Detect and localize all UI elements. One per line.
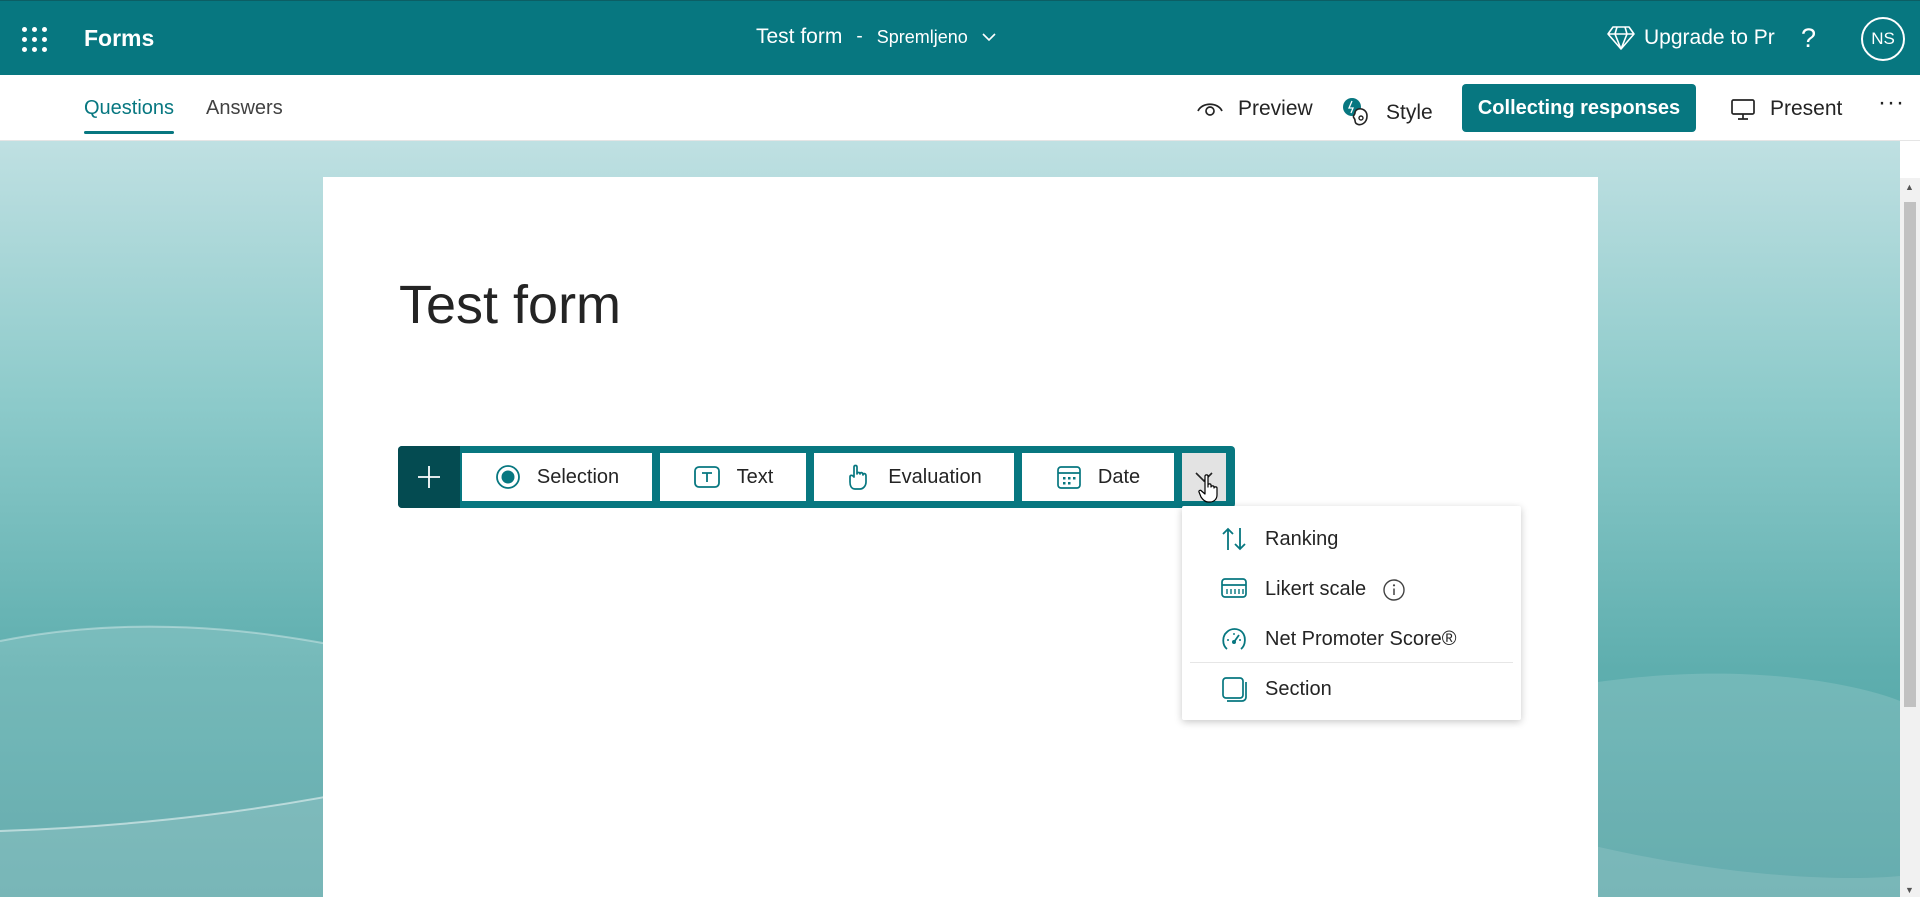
menu-item-net-promoter-score[interactable]: Net Promoter Score® [1182,614,1521,664]
collecting-responses-button[interactable]: Collecting responses [1462,84,1696,132]
menu-item-section[interactable]: Section [1182,664,1521,714]
menu-item-ranking[interactable]: Ranking [1182,514,1521,564]
more-question-types-menu: Ranking Likert scale Net Promoter Score®… [1182,506,1521,720]
tab-answers[interactable]: Answers [206,97,283,120]
present-label: Present [1770,97,1843,120]
radio-icon [495,465,520,489]
scroll-down-icon[interactable]: ▼ [1905,885,1914,895]
menu-divider [1190,662,1513,663]
selection-button[interactable]: Selection [462,453,652,501]
section-label: Section [1265,677,1332,700]
evaluation-label: Evaluation [888,465,982,488]
evaluation-button[interactable]: Evaluation [814,453,1014,501]
calendar-icon [1057,466,1081,489]
add-new-button[interactable] [398,446,460,508]
chevron-down-icon [982,32,996,41]
menu-item-likert-scale[interactable]: Likert scale [1182,564,1521,614]
date-label: Date [1097,465,1141,488]
form-title[interactable]: Test form [399,274,621,336]
app-header: Forms Test form - Spremljeno Upgrade to … [0,0,1920,75]
date-button[interactable]: Date [1022,453,1174,501]
diamond-icon [1607,26,1635,50]
text-icon [693,466,720,488]
waffle-icon[interactable] [22,27,48,53]
upgrade-button[interactable]: Upgrade to Pr [1606,25,1776,51]
gauge-icon [1222,628,1246,650]
preview-label: Preview [1238,97,1313,120]
scrollbar-thumb[interactable] [1904,202,1916,707]
vertical-scrollbar[interactable]: ▲ ▼ [1900,178,1920,897]
app-name[interactable]: Forms [84,25,154,52]
preview-button[interactable]: Preview [1196,97,1313,121]
palette-icon [1343,98,1368,126]
monitor-icon [1731,99,1755,120]
header-form-title: Test form [756,25,843,48]
info-icon[interactable] [1382,578,1406,602]
title-separator: - [856,26,863,47]
hand-cursor-icon [1198,474,1218,503]
text-label: Text [736,465,774,488]
sort-arrows-icon [1222,527,1246,551]
plus-icon [418,466,440,488]
style-label: Style [1386,101,1433,124]
present-button[interactable]: Present [1730,97,1842,121]
tab-questions[interactable]: Questions [84,97,175,134]
section-icon [1222,677,1247,702]
net-promoter-score-label: Net Promoter Score® [1265,627,1457,650]
save-status: Spremljeno [876,26,968,47]
grid-icon [1221,578,1247,598]
add-question-bar: Selection Text Evaluation Date [398,446,1235,508]
help-icon[interactable]: ? [1801,23,1816,54]
more-options-icon[interactable]: ··· [1878,89,1905,117]
thumb-icon [849,464,868,490]
selection-label: Selection [536,465,620,488]
eye-icon [1197,103,1223,116]
command-bar: Questions Answers Preview Style Collecti… [0,75,1920,141]
likert-scale-label: Likert scale [1265,577,1367,600]
form-title-menu[interactable]: Test form - Spremljeno [756,25,996,49]
ranking-label: Ranking [1265,527,1339,550]
scroll-up-icon[interactable]: ▲ [1905,182,1914,192]
style-button[interactable]: Style [1342,97,1433,129]
avatar[interactable]: NS [1861,17,1905,61]
upgrade-label: Upgrade to Pr [1644,26,1775,49]
text-button[interactable]: Text [660,453,806,501]
